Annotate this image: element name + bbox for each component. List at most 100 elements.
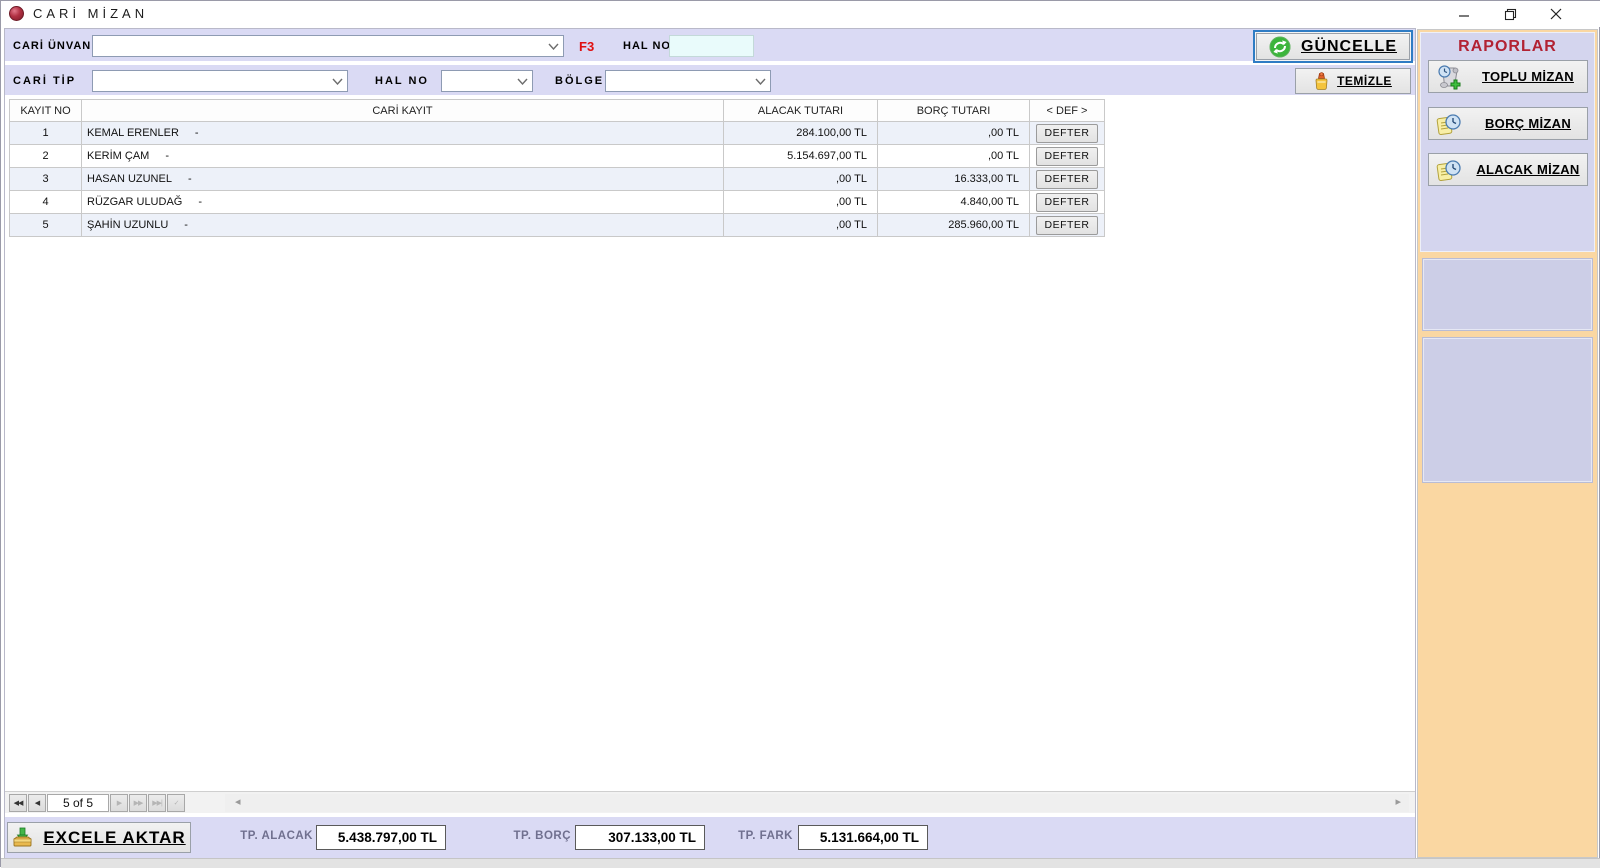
cell-alacak-tutari: ,00 TL	[724, 214, 878, 237]
chevron-down-icon	[332, 78, 343, 85]
data-grid: KAYIT NO CARİ KAYIT ALACAK TUTARI BORÇ T…	[5, 98, 1415, 791]
excel-export-icon	[12, 827, 33, 848]
tp-borc-label: TP. BORÇ	[466, 830, 571, 842]
raporlar-panel: RAPORLAR TOPLU MİZAN	[1420, 32, 1595, 252]
next-record-button: ▶	[110, 794, 128, 812]
table-header-row: KAYIT NO CARİ KAYIT ALACAK TUTARI BORÇ T…	[9, 99, 1105, 122]
confirm-button: ✓	[167, 794, 185, 812]
defter-button[interactable]: DEFTER	[1036, 124, 1098, 143]
table-row[interactable]: 3 HASAN UZUNEL- ,00 TL 16.333,00 TL DEFT…	[9, 168, 1105, 191]
refresh-icon	[1269, 36, 1291, 58]
toplu-mizan-button[interactable]: TOPLU MİZAN	[1428, 60, 1588, 93]
temizle-button[interactable]: TEMİZLE	[1295, 68, 1411, 94]
next-page-button: ▶▶	[129, 794, 147, 812]
column-header-alacak-tutari: ALACAK TUTARI	[724, 99, 878, 122]
window-controls	[1441, 1, 1579, 27]
title-bar: CARİ MİZAN	[1, 1, 1600, 27]
cari-unvani-combobox[interactable]	[92, 35, 564, 57]
toplu-mizan-label: TOPLU MİZAN	[1469, 69, 1587, 84]
cell-def: DEFTER	[1030, 122, 1105, 145]
excel-export-button[interactable]: EXCELE AKTAR	[7, 822, 191, 853]
cell-cari-kayit: RÜZGAR ULUDAĞ-	[82, 191, 724, 214]
cell-borc-tutari: ,00 TL	[878, 145, 1030, 168]
f3-hint: F3	[579, 39, 594, 54]
hal-no-combobox[interactable]	[441, 70, 533, 92]
table-row[interactable]: 1 KEMAL ERENLER- 284.100,00 TL ,00 TL DE…	[9, 122, 1105, 145]
guncelle-button[interactable]: GÜNCELLE	[1256, 33, 1410, 60]
guncelle-focus-ring: GÜNCELLE	[1253, 30, 1413, 63]
first-record-button[interactable]: ◀◀	[9, 794, 27, 812]
excel-export-label: EXCELE AKTAR	[43, 828, 185, 848]
minimize-icon	[1458, 8, 1470, 20]
cell-cari-kayit: ŞAHİN UZUNLU-	[82, 214, 724, 237]
column-header-kayit-no: KAYIT NO	[9, 99, 82, 122]
table-row[interactable]: 5 ŞAHİN UZUNLU- ,00 TL 285.960,00 TL DEF…	[9, 214, 1105, 237]
sidebar-empty-panel-2	[1423, 338, 1592, 482]
cell-kayit-no: 2	[9, 145, 82, 168]
cell-alacak-tutari: 5.154.697,00 TL	[724, 145, 878, 168]
cell-kayit-no: 4	[9, 191, 82, 214]
pagination-bar: ◀◀◀5 of 5▶▶▶▶▶|✓ ◂ ▸	[5, 791, 1415, 813]
restore-icon	[1504, 8, 1517, 21]
hal-no-filter-label: HAL NO	[375, 75, 429, 87]
chevron-down-icon	[548, 43, 559, 50]
bolge-label: BÖLGE	[555, 75, 604, 87]
guncelle-label: GÜNCELLE	[1301, 38, 1397, 56]
defter-button[interactable]: DEFTER	[1036, 170, 1098, 189]
cell-cari-kayit: HASAN UZUNEL-	[82, 168, 724, 191]
scroll-left-icon[interactable]: ◂	[235, 795, 241, 808]
cell-def: DEFTER	[1030, 168, 1105, 191]
cell-alacak-tutari: ,00 TL	[724, 168, 878, 191]
scroll-right-icon[interactable]: ▸	[1395, 795, 1401, 808]
cell-kayit-no: 1	[9, 122, 82, 145]
table-rows: 1 KEMAL ERENLER- 284.100,00 TL ,00 TL DE…	[9, 122, 1105, 237]
borc-mizan-button[interactable]: BORÇ MİZAN	[1428, 107, 1588, 140]
chevron-down-icon	[517, 78, 528, 85]
defter-button[interactable]: DEFTER	[1036, 147, 1098, 166]
tp-alacak-label: TP. ALACAK	[208, 830, 313, 842]
cell-cari-kayit: KEMAL ERENLER-	[82, 122, 724, 145]
reports-sidebar: RAPORLAR TOPLU MİZAN	[1417, 29, 1598, 858]
chevron-down-icon	[755, 78, 766, 85]
cari-tip-label: CARİ TİP	[13, 75, 76, 87]
report-add-icon	[1435, 63, 1463, 91]
record-navigator: ◀◀◀5 of 5▶▶▶▶▶|✓	[9, 794, 185, 812]
table-row[interactable]: 4 RÜZGAR ULUDAĞ- ,00 TL 4.840,00 TL DEFT…	[9, 191, 1105, 214]
table-row[interactable]: 2 KERİM ÇAM- 5.154.697,00 TL ,00 TL DEFT…	[9, 145, 1105, 168]
cell-alacak-tutari: ,00 TL	[724, 191, 878, 214]
hal-no-input[interactable]	[669, 35, 754, 57]
maximize-button[interactable]	[1487, 1, 1533, 27]
close-icon	[1550, 8, 1562, 20]
sidebar-empty-panel-1	[1423, 259, 1592, 330]
defter-button[interactable]: DEFTER	[1036, 216, 1098, 235]
alacak-mizan-button[interactable]: ALACAK MİZAN	[1428, 153, 1588, 186]
report-clock-icon	[1435, 110, 1463, 138]
column-header-def: < DEF >	[1030, 99, 1105, 122]
cell-borc-tutari: ,00 TL	[878, 122, 1030, 145]
brush-icon	[1314, 72, 1329, 91]
cell-def: DEFTER	[1030, 145, 1105, 168]
cell-borc-tutari: 16.333,00 TL	[878, 168, 1030, 191]
cell-def: DEFTER	[1030, 191, 1105, 214]
column-header-borc-tutari: BORÇ TUTARI	[878, 99, 1030, 122]
last-record-button: ▶▶|	[148, 794, 166, 812]
cari-unvani-label: CARİ ÜNVANI	[13, 40, 95, 52]
hal-no-label: HAL NO	[623, 40, 671, 52]
borc-mizan-label: BORÇ MİZAN	[1469, 116, 1587, 131]
tp-alacak-value: 5.438.797,00 TL	[316, 825, 446, 850]
tp-fark-label: TP. FARK	[688, 830, 793, 842]
bolge-combobox[interactable]	[605, 70, 771, 92]
cell-borc-tutari: 4.840,00 TL	[878, 191, 1030, 214]
cell-kayit-no: 5	[9, 214, 82, 237]
minimize-button[interactable]	[1441, 1, 1487, 27]
cell-kayit-no: 3	[9, 168, 82, 191]
record-position: 5 of 5	[47, 794, 109, 812]
cell-def: DEFTER	[1030, 214, 1105, 237]
prior-record-button[interactable]: ◀	[28, 794, 46, 812]
cari-tip-combobox[interactable]	[92, 70, 348, 92]
app-icon	[9, 6, 24, 21]
defter-button[interactable]: DEFTER	[1036, 193, 1098, 212]
close-button[interactable]	[1533, 1, 1579, 27]
horizontal-scrollbar[interactable]: ◂ ▸	[225, 794, 1409, 812]
window-title: CARİ MİZAN	[33, 1, 148, 27]
